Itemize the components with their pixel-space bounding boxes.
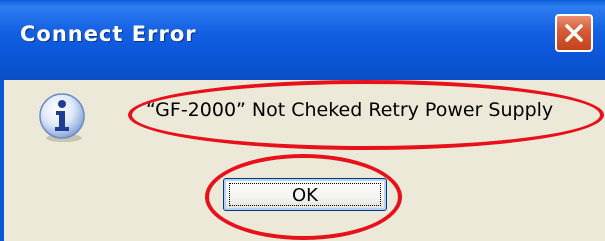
dialog-window: Connect Error “GF-2000” Not Cheked Retry… — [0, 0, 605, 241]
ok-button-label: OK — [292, 185, 318, 206]
close-icon — [565, 24, 583, 42]
dialog-title: Connect Error — [20, 22, 197, 46]
title-bar: Connect Error — [0, 0, 605, 80]
info-icon — [39, 93, 85, 142]
error-message: “GF-2000” Not Cheked Retry Power Supply — [146, 99, 554, 121]
ok-button[interactable]: OK — [223, 178, 387, 211]
close-button[interactable] — [555, 14, 593, 52]
window-border — [0, 80, 4, 241]
